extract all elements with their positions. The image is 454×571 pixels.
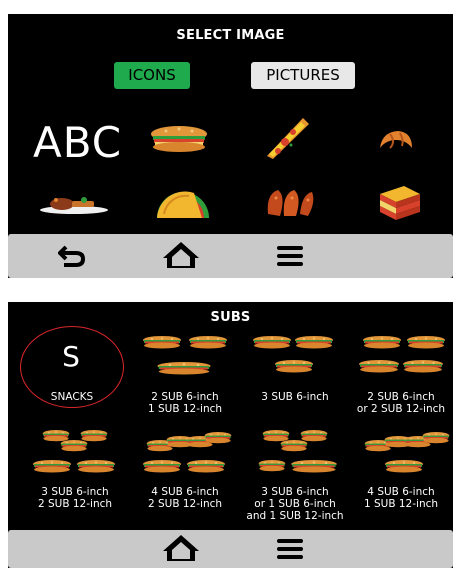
tab-icons[interactable]: ICONS <box>114 62 190 89</box>
chicken-wings-icon[interactable] <box>262 184 318 224</box>
cell-label[interactable]: 3 SUB 6-inch or 1 SUB 6-inch and 1 SUB 1… <box>236 486 354 522</box>
home-icon[interactable] <box>163 242 199 270</box>
plated-meal-icon[interactable] <box>38 192 110 220</box>
subs-icon-3x6-2x12[interactable] <box>32 428 122 480</box>
cell-label[interactable]: 2 SUB 6-inch 1 SUB 12-inch <box>130 391 240 415</box>
screen-title: SUBS <box>210 310 251 325</box>
tab-pictures[interactable]: PICTURES <box>251 62 355 89</box>
menu-icon[interactable] <box>276 537 304 561</box>
cell-label[interactable]: 4 SUB 6-inch 2 SUB 12-inch <box>130 486 240 510</box>
subs-icon-4x6-1x12[interactable] <box>360 428 450 480</box>
snacks-label[interactable]: SNACKS <box>30 391 114 403</box>
cell-label[interactable]: 4 SUB 6-inch 1 SUB 12-inch <box>344 486 453 510</box>
abc-text-option[interactable]: ABC <box>33 118 122 167</box>
taco-icon[interactable] <box>154 184 212 224</box>
subs-icon-2x6-or-2x12[interactable] <box>358 334 448 386</box>
sandwich-icon[interactable] <box>148 124 210 158</box>
subs-screen: SUBS S SNACKS 2 SUB 6-inch 1 SUB 12-inch… <box>8 302 453 568</box>
bottom-nav-bar <box>8 530 453 568</box>
subs-icon-3x6[interactable] <box>248 334 338 386</box>
home-icon[interactable] <box>163 535 199 563</box>
select-image-screen: SELECT IMAGE ICONS PICTURES ABC <box>8 14 453 278</box>
menu-icon[interactable] <box>276 244 304 268</box>
cell-label[interactable]: 2 SUB 6-inch or 2 SUB 12-inch <box>342 391 453 415</box>
pizza-slice-icon[interactable] <box>263 114 311 164</box>
croissant-icon[interactable] <box>376 128 416 158</box>
cell-label[interactable]: 3 SUB 6-inch 2 SUB 12-inch <box>20 486 130 510</box>
subs-icon-4x6-2x12[interactable] <box>142 428 232 480</box>
cell-label[interactable]: 3 SUB 6-inch <box>240 391 350 403</box>
snacks-letter[interactable]: S <box>20 340 122 373</box>
bottom-nav-bar <box>8 234 453 278</box>
lasagna-icon[interactable] <box>374 184 424 228</box>
screen-title: SELECT IMAGE <box>176 28 285 43</box>
subs-icon-3x6-or-mixed[interactable] <box>252 428 342 480</box>
subs-icon-2x6-1x12[interactable] <box>140 334 230 386</box>
back-icon[interactable] <box>58 244 86 268</box>
